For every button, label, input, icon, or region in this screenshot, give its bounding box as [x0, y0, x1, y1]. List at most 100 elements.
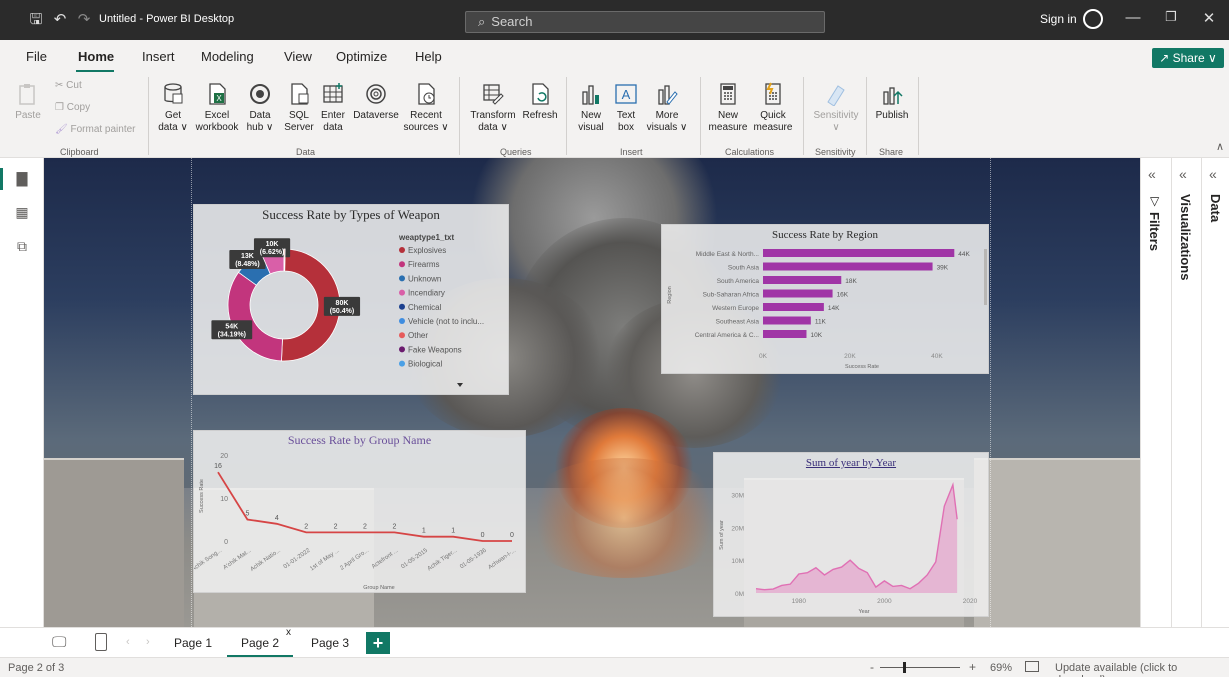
region-bar-chart-visual[interactable]: Success Rate by Region Middle East & Nor… [661, 224, 989, 374]
tick-label: 0K [759, 353, 768, 360]
prev-page-icon[interactable]: ‹ [126, 636, 130, 648]
data-label: 44K [958, 251, 970, 258]
group-label-clipboard: Clipboard [60, 147, 99, 157]
copy-label: Copy [66, 102, 91, 113]
data-label: 14K [828, 305, 840, 312]
undo-icon[interactable]: ↶ [50, 10, 70, 30]
area-chart: 0M 10M 20M 30M 1980 2000 2020 Year Sum of year [719, 482, 978, 615]
ribbon-separator [566, 77, 567, 155]
page-tab-3[interactable]: Page 3 [303, 628, 357, 658]
publish-button[interactable]: Publish [872, 82, 912, 122]
page-tab-1[interactable]: Page 1 [166, 628, 220, 658]
more-visuals-button[interactable]: More visuals ∨ [645, 82, 689, 134]
recent-sources-button[interactable]: Recent sources ∨ [402, 82, 450, 134]
cut-button[interactable]: ✂ Cut [55, 80, 82, 91]
ribbon-separator [866, 77, 867, 155]
next-page-icon[interactable]: › [146, 636, 150, 648]
quick-measure-button[interactable]: Quick measure [751, 82, 795, 134]
zoom-in-button[interactable]: + [969, 660, 976, 674]
cut-label: Cut [66, 80, 82, 91]
save-icon[interactable]: 🖫 [26, 10, 46, 30]
ribbon-separator [700, 77, 701, 155]
donut-chart-visual[interactable]: Success Rate by Types of Weapon 80K (50.4… [193, 204, 509, 395]
paste-button[interactable]: Paste [14, 82, 42, 122]
data-hub-button[interactable]: Data hub ∨ [243, 82, 277, 134]
text-box-button[interactable]: A Text box [611, 82, 641, 134]
collapse-ribbon-icon[interactable]: ∧ [1216, 140, 1224, 153]
table-view-icon[interactable]: ▦ [14, 204, 30, 220]
report-view-icon[interactable]: ▇ [14, 170, 30, 186]
new-measure-label-1: New [717, 110, 738, 121]
search-box[interactable]: ⌕ Search [465, 11, 825, 33]
copy-button[interactable]: ❐ Copy [55, 102, 90, 113]
add-page-button[interactable]: + [366, 632, 390, 654]
publish-label: Publish [875, 110, 909, 121]
model-view-icon[interactable]: ⧉ [14, 238, 30, 254]
excel-workbook-button[interactable]: X Excel workbook [194, 82, 240, 134]
line-chart: 0102016Achik Song...5A'chik Mat...4Achik… [194, 453, 517, 591]
page-tab-2[interactable]: Page 2x [227, 627, 293, 658]
category-label: 1st of May ... [309, 548, 341, 573]
menu-modeling[interactable]: Modeling [201, 49, 254, 64]
menu-file[interactable]: File [26, 49, 47, 64]
legend-item: Fake Weapons [408, 345, 462, 354]
menu-view[interactable]: View [284, 49, 312, 64]
expand-data-icon[interactable]: « [1209, 166, 1217, 182]
svg-text:X: X [216, 94, 222, 103]
avatar-icon[interactable] [1083, 9, 1103, 29]
menu-home[interactable]: Home [78, 49, 114, 64]
zoom-slider-track[interactable] [880, 667, 960, 668]
visualizations-pane-collapsed[interactable]: « Visualizations [1171, 158, 1201, 627]
ribbon-separator [918, 77, 919, 155]
get-data-button[interactable]: Get data ∨ [156, 82, 190, 134]
sign-in-link[interactable]: Sign in [1040, 12, 1077, 26]
page-boundary [990, 158, 991, 627]
year-area-chart-visual[interactable]: Sum of year by Year 0M 10M 20M 30M 1980 2000 2… [713, 452, 989, 617]
close-page-icon[interactable]: x [286, 618, 291, 648]
desktop-layout-icon[interactable]: 🖵 [52, 634, 66, 651]
data-label: 2 [304, 523, 308, 530]
share-button[interactable]: ↗ Share ∨ [1152, 48, 1224, 68]
legend-item: Chemical [408, 303, 442, 312]
format-painter-label: Format painter [70, 124, 136, 135]
new-visual-button[interactable]: New visual [574, 82, 608, 134]
menu-help[interactable]: Help [415, 49, 442, 64]
sql-server-button[interactable]: SQL Server [282, 82, 316, 134]
format-painter-button[interactable]: 🖌 Format painter [55, 124, 136, 135]
redo-icon[interactable]: ↷ [74, 10, 94, 30]
more-visuals-icon [658, 85, 678, 105]
data-pane-collapsed[interactable]: « Data [1201, 158, 1229, 627]
restore-icon[interactable]: ❐ [1161, 9, 1181, 25]
donut-chart: 80K(50.4%) 54K(34.19%) 13K(8.48%) 10K(6.62%… [211, 233, 484, 387]
expand-visualizations-icon[interactable]: « [1179, 166, 1187, 182]
scrollbar-thumb[interactable] [984, 249, 987, 305]
refresh-button[interactable]: Refresh [520, 82, 560, 122]
update-available-link[interactable]: Update available (click to download) [1055, 662, 1229, 677]
category-label: 2 April Gro... [339, 548, 370, 572]
mobile-layout-icon[interactable] [95, 633, 107, 651]
status-bar: Page 2 of 3 - + 69% Update available (cl… [0, 657, 1229, 677]
close-icon[interactable]: ✕ [1199, 9, 1219, 27]
group-line-chart-visual[interactable]: Success Rate by Group Name 0 10 20 16 Achik … [193, 430, 526, 593]
fit-to-page-icon[interactable] [1025, 661, 1039, 672]
dataverse-button[interactable]: Dataverse [352, 82, 400, 122]
expand-filters-icon[interactable]: « [1148, 166, 1156, 182]
dataverse-icon [366, 84, 386, 104]
bar-chart-icon [582, 85, 599, 105]
transform-data-button[interactable]: Transform data ∨ [468, 82, 518, 134]
view-switcher: ▇ ▦ ⧉ [0, 158, 44, 627]
zoom-slider-thumb[interactable] [903, 662, 906, 673]
sensitivity-button[interactable]: Sensitivity ∨ [808, 82, 864, 134]
new-measure-button[interactable]: New measure [706, 82, 750, 134]
enter-data-button[interactable]: Enter data [318, 82, 348, 134]
quick-measure-label-1: Quick [760, 110, 786, 121]
filters-pane-collapsed[interactable]: « ▽ Filters [1141, 158, 1171, 627]
menu-insert[interactable]: Insert [142, 49, 175, 64]
zoom-out-button[interactable]: - [870, 660, 874, 674]
legend-marker [399, 247, 405, 253]
tick-label: 40K [931, 353, 943, 360]
report-canvas[interactable]: Success Rate by Types of Weapon 80K (50.4… [44, 158, 1140, 627]
menu-optimize[interactable]: Optimize [336, 49, 387, 64]
excel-icon: X [209, 83, 226, 105]
minimize-icon[interactable]: — [1123, 9, 1143, 26]
